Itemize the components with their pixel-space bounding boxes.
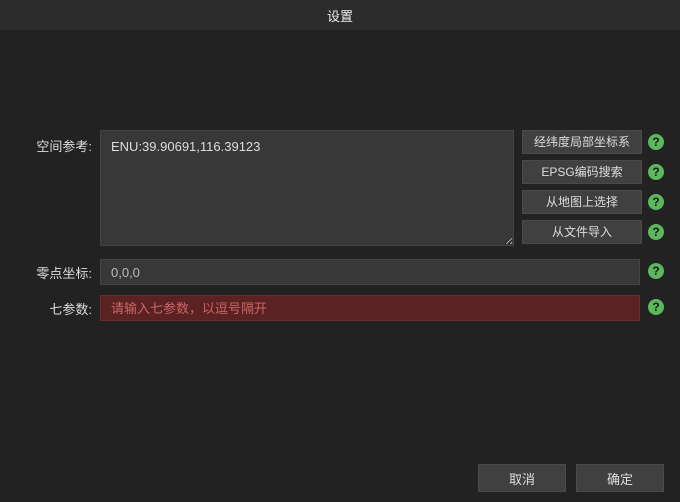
help-icon[interactable]: ? [648, 224, 664, 240]
side-row-3: 从文件导入 ? [522, 220, 664, 244]
btn-import-from-file[interactable]: 从文件导入 [522, 220, 642, 244]
help-icon[interactable]: ? [648, 299, 664, 315]
spatial-reference-input[interactable] [100, 130, 514, 246]
field-seven-params [100, 295, 640, 321]
title-bar: 设置 [0, 0, 680, 30]
seven-params-input[interactable] [100, 295, 640, 321]
trail-help-origin: ? [648, 259, 664, 279]
origin-input[interactable] [100, 259, 640, 285]
btn-pick-from-map[interactable]: 从地图上选择 [522, 190, 642, 214]
help-icon[interactable]: ? [648, 263, 664, 279]
help-icon[interactable]: ? [648, 134, 664, 150]
side-row-2: 从地图上选择 ? [522, 190, 664, 214]
label-spatial-reference: 空间参考: [16, 130, 100, 155]
trail-help-seven: ? [648, 295, 664, 315]
help-icon[interactable]: ? [648, 194, 664, 210]
label-origin: 零点坐标: [16, 259, 100, 282]
row-origin: 零点坐标: ? [16, 259, 664, 285]
content-area: 空间参考: 经纬度局部坐标系 ? EPSG编码搜索 ? 从地图上选择 ? 从文件… [0, 30, 680, 321]
btn-enu-latlon[interactable]: 经纬度局部坐标系 [522, 130, 642, 154]
field-spatial-reference [100, 130, 514, 249]
dialog-title: 设置 [327, 6, 353, 25]
footer-buttons: 取消 确定 [478, 464, 664, 492]
row-spatial-reference: 空间参考: 经纬度局部坐标系 ? EPSG编码搜索 ? 从地图上选择 ? 从文件… [16, 130, 664, 249]
help-icon[interactable]: ? [648, 164, 664, 180]
spatial-side-buttons: 经纬度局部坐标系 ? EPSG编码搜索 ? 从地图上选择 ? 从文件导入 ? [522, 130, 664, 244]
row-seven-params: 七参数: ? [16, 295, 664, 321]
ok-button[interactable]: 确定 [576, 464, 664, 492]
label-seven-params: 七参数: [16, 295, 100, 318]
side-row-0: 经纬度局部坐标系 ? [522, 130, 664, 154]
btn-epsg-search[interactable]: EPSG编码搜索 [522, 160, 642, 184]
side-row-1: EPSG编码搜索 ? [522, 160, 664, 184]
cancel-button[interactable]: 取消 [478, 464, 566, 492]
field-origin [100, 259, 640, 285]
